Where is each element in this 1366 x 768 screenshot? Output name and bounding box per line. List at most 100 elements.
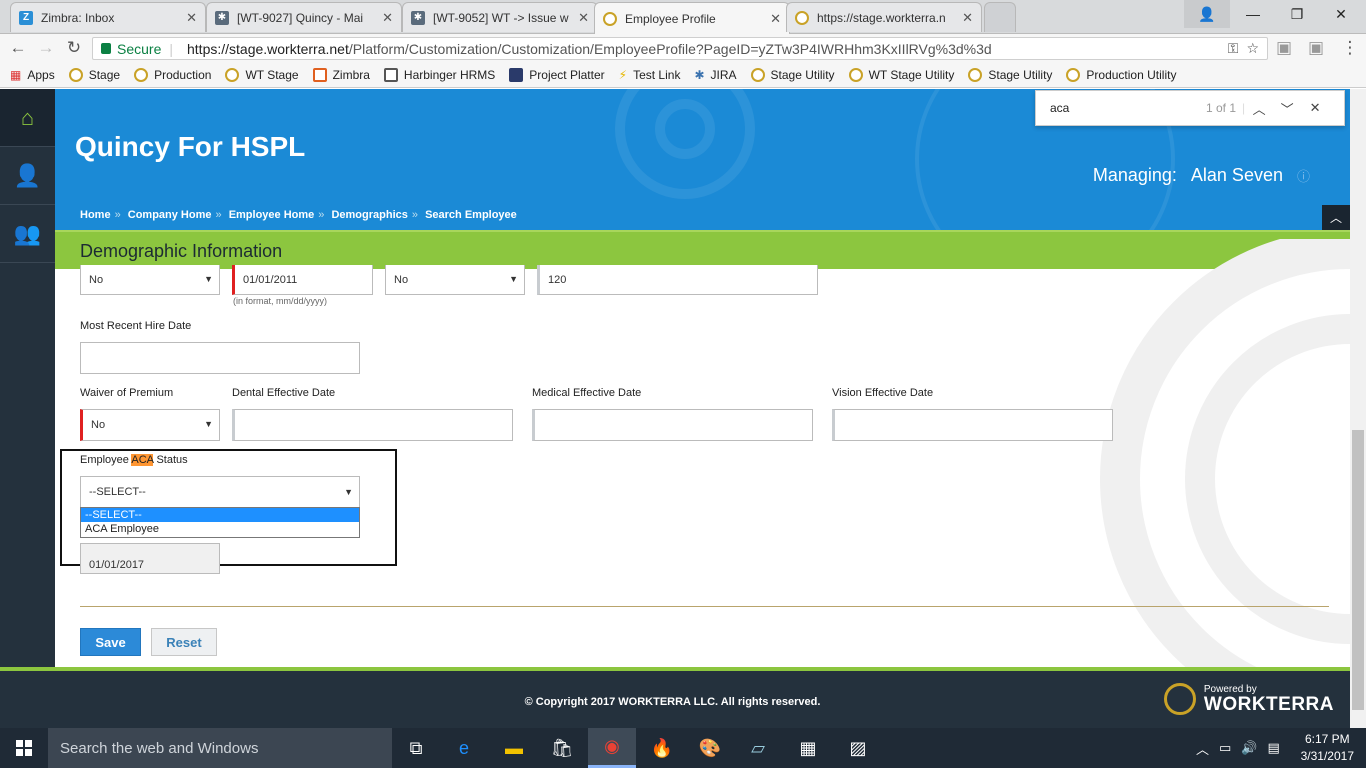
bookmark-wt-stage[interactable]: WT Stage xyxy=(225,67,299,82)
tab-wt-9027[interactable]: ✱ [WT-9027] Quincy - Mai ✕ xyxy=(206,2,402,32)
extension-icon[interactable]: ▣ xyxy=(1274,38,1294,58)
close-icon[interactable]: ✕ xyxy=(770,11,781,27)
bookmark-zimbra[interactable]: Zimbra xyxy=(312,67,370,82)
date-row1-field[interactable]: 01/01/2011 xyxy=(232,265,373,295)
dropdown-option-aca-employee[interactable]: ACA Employee xyxy=(81,522,359,536)
network-icon[interactable]: ▭ xyxy=(1219,740,1231,756)
tab-stage-workterra[interactable]: https://stage.workterra.n ✕ xyxy=(786,2,982,32)
aca-date-input[interactable]: 01/01/2017 xyxy=(80,543,220,574)
powered-by-label: Powered by xyxy=(1203,683,1257,695)
save-button[interactable]: Save xyxy=(80,628,141,656)
app-icon[interactable]: 🔥 xyxy=(638,728,686,768)
extension-g-icon[interactable]: ▣ xyxy=(1306,38,1326,58)
notification-icon[interactable]: ▤ xyxy=(1268,740,1280,756)
close-window-icon[interactable]: ✕ xyxy=(1318,0,1364,28)
bookmark-stage-utility-2[interactable]: Stage Utility xyxy=(968,67,1053,82)
star-icon[interactable]: ☆ xyxy=(1246,40,1259,57)
restore-icon[interactable]: ❐ xyxy=(1274,0,1320,28)
secure-badge[interactable]: Secure xyxy=(101,41,161,57)
medical-label: Medical Effective Date xyxy=(532,387,642,399)
managing-name[interactable]: Alan Seven xyxy=(1191,165,1283,185)
medical-date-input[interactable] xyxy=(532,409,813,441)
tab-zimbra[interactable]: Z Zimbra: Inbox ✕ xyxy=(10,2,206,32)
bookmark-production-utility[interactable]: Production Utility xyxy=(1066,67,1176,82)
bookmark-project-platter[interactable]: Project Platter xyxy=(509,67,605,82)
bookmark-label: Stage xyxy=(88,67,121,82)
bookmark-production[interactable]: Production xyxy=(134,67,211,82)
paint-icon[interactable]: 🎨 xyxy=(686,728,734,768)
secure-label: Secure xyxy=(117,40,162,57)
home-icon[interactable]: ⌂ xyxy=(0,89,55,147)
file-explorer-icon[interactable]: ▬ xyxy=(490,728,538,768)
close-icon[interactable]: ✕ xyxy=(962,10,973,26)
start-button[interactable] xyxy=(0,728,48,768)
task-view-icon[interactable]: ⧉ xyxy=(392,728,440,768)
forward-icon[interactable]: → xyxy=(36,38,56,58)
select-row1-field2[interactable]: No ▼ xyxy=(385,265,525,295)
aca-status-select[interactable]: --SELECT-- ▼ xyxy=(80,476,360,508)
taskbar-search[interactable]: Search the web and Windows xyxy=(48,728,392,768)
bookmark-apps[interactable]: ▦ Apps xyxy=(10,68,55,82)
reset-button[interactable]: Reset xyxy=(151,628,217,656)
address-bar[interactable]: Secure | https://stage.workterra.net/Pla… xyxy=(92,37,1268,60)
new-tab-button[interactable] xyxy=(984,2,1016,32)
back-icon[interactable]: ← xyxy=(8,38,28,58)
minimize-icon[interactable]: — xyxy=(1230,0,1276,28)
users-icon[interactable]: 👥 xyxy=(0,205,55,263)
bookmark-wt-stage-utility[interactable]: WT Stage Utility xyxy=(848,67,955,82)
find-close-icon[interactable]: ✕ xyxy=(1301,100,1329,116)
breadcrumb-company-home[interactable]: Company Home xyxy=(128,209,212,221)
breadcrumb-separator: » xyxy=(411,209,419,221)
bookmark-label: Project Platter xyxy=(529,67,605,82)
close-icon[interactable]: ✕ xyxy=(382,10,393,26)
chevron-up-icon[interactable]: ︿ xyxy=(1196,739,1209,758)
taskbar-clock[interactable]: 6:17 PM 3/31/2017 xyxy=(1301,731,1354,765)
bookmark-test-link[interactable]: ⚡ Test Link xyxy=(619,68,681,82)
dropdown-arrow-icon: ▼ xyxy=(204,419,213,429)
edge-icon[interactable]: e xyxy=(440,728,488,768)
find-next-icon[interactable]: ﹀ xyxy=(1273,99,1301,118)
waiver-select[interactable]: No ▼ xyxy=(80,409,220,441)
info-icon[interactable]: ⓘ xyxy=(1297,169,1310,184)
photos-icon[interactable]: ▨ xyxy=(834,728,882,768)
number-row1-field[interactable]: 120 xyxy=(537,265,818,295)
find-input[interactable]: aca xyxy=(1050,101,1200,115)
breadcrumb-demographics[interactable]: Demographics xyxy=(331,209,407,221)
find-previous-icon[interactable]: ︿ xyxy=(1245,99,1273,118)
jira-icon: ✱ xyxy=(411,10,425,25)
chrome-icon[interactable]: ◉ xyxy=(588,728,636,768)
breadcrumb-search-employee[interactable]: Search Employee xyxy=(425,209,517,221)
bookmark-jira[interactable]: ✱ JIRA xyxy=(694,68,736,82)
breadcrumb-home[interactable]: Home xyxy=(80,209,111,221)
find-count: 1 of 1 xyxy=(1206,101,1237,115)
apps-icon: ▦ xyxy=(10,67,22,82)
tab-employee-profile[interactable]: Employee Profile ✕ xyxy=(594,2,790,34)
dropdown-option-select[interactable]: --SELECT-- xyxy=(81,508,359,522)
collapse-header-button[interactable]: ︿ xyxy=(1322,205,1350,230)
bookmarks-bar: ▦ Apps Stage Production WT Stage Zimbra H… xyxy=(0,62,1366,88)
close-icon[interactable]: ✕ xyxy=(186,10,197,26)
bookmark-stage[interactable]: Stage xyxy=(68,67,121,82)
user-icon[interactable]: 👤 xyxy=(0,147,55,205)
vision-date-input[interactable] xyxy=(832,409,1113,441)
profile-icon[interactable]: 👤 xyxy=(1184,0,1230,28)
tab-wt-9052[interactable]: ✱ [WT-9052] WT -> Issue w ✕ xyxy=(402,2,598,32)
bookmark-label: Stage Utility xyxy=(988,67,1053,82)
menu-icon[interactable]: ⋮ xyxy=(1340,38,1360,58)
bookmark-harbinger[interactable]: Harbinger HRMS xyxy=(383,67,495,82)
breadcrumb-employee-home[interactable]: Employee Home xyxy=(229,209,315,221)
notes-icon[interactable]: ▱ xyxy=(734,728,782,768)
volume-icon[interactable]: 🔊 xyxy=(1241,740,1257,756)
scrollbar-thumb[interactable] xyxy=(1352,430,1364,710)
bookmark-label: WT Stage Utility xyxy=(868,67,955,82)
store-icon[interactable]: 🛍 xyxy=(538,728,586,768)
dental-date-input[interactable] xyxy=(232,409,513,441)
close-icon[interactable]: ✕ xyxy=(578,10,589,26)
most-recent-hire-input[interactable] xyxy=(80,342,360,374)
select-row1-field1[interactable]: No ▼ xyxy=(80,265,220,295)
key-icon[interactable]: ⚿ xyxy=(1228,40,1239,57)
bookmark-stage-utility[interactable]: Stage Utility xyxy=(750,67,835,82)
url-text[interactable]: https://stage.workterra.net/Platform/Cus… xyxy=(187,41,992,57)
calculator-icon[interactable]: ▦ xyxy=(784,728,832,768)
reload-icon[interactable]: ↻ xyxy=(64,38,84,58)
